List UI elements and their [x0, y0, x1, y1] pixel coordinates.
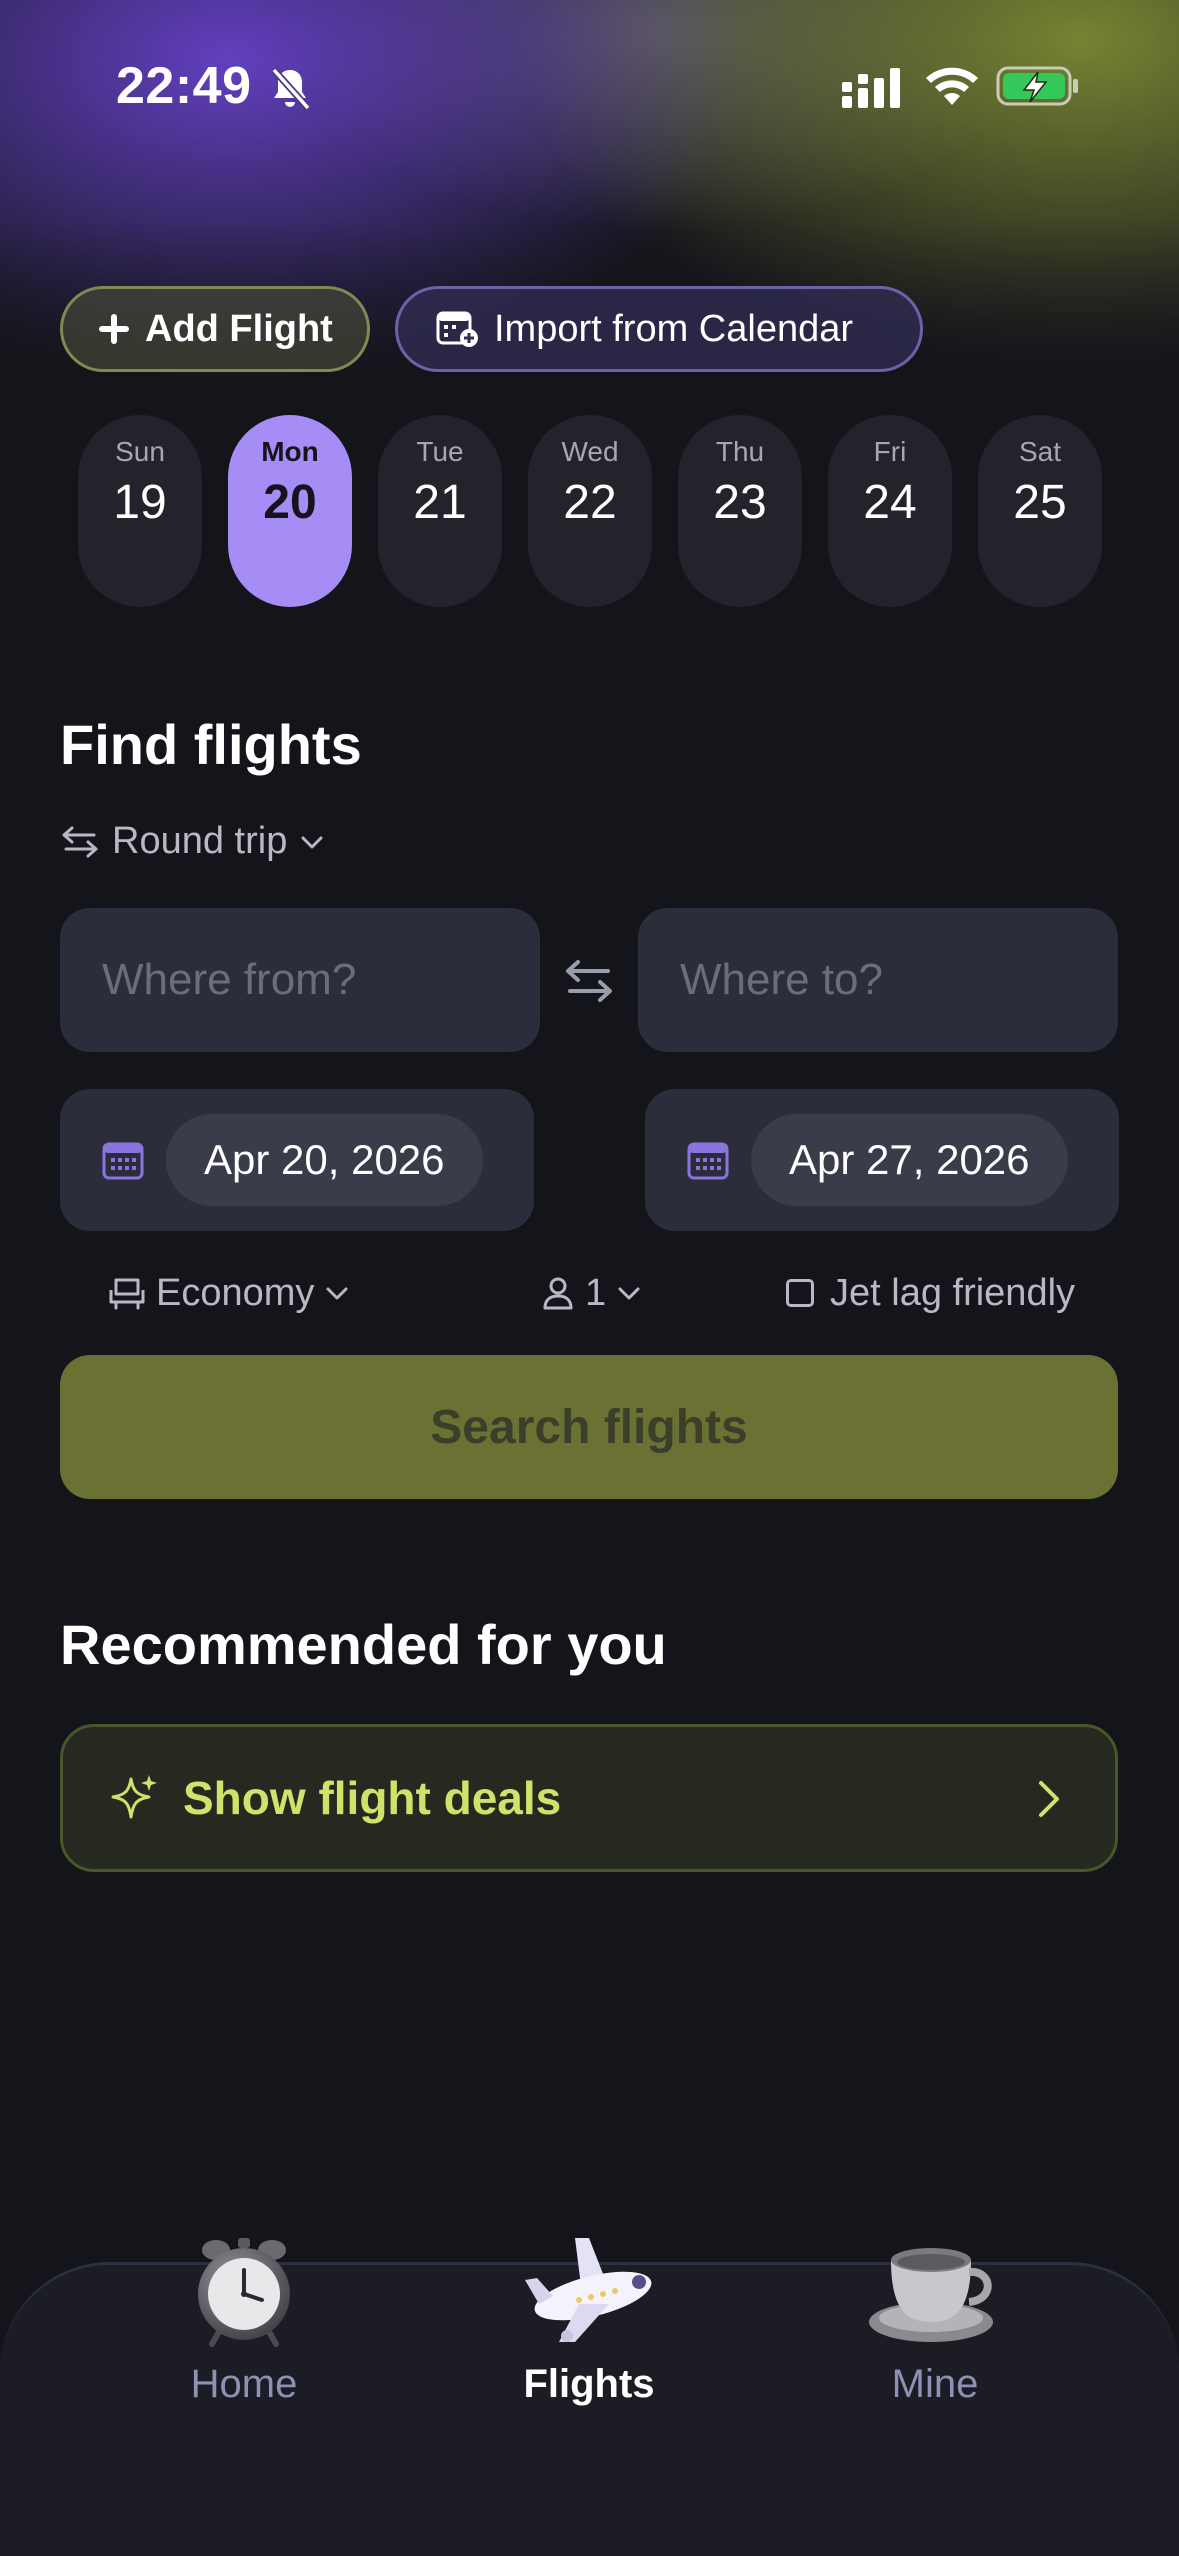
tab-mine[interactable]: Mine: [805, 2230, 1065, 2430]
tab-flights[interactable]: Flights: [459, 2230, 719, 2430]
status-time: 22:49: [116, 57, 252, 115]
day-mon-selected[interactable]: Mon 20: [228, 415, 352, 607]
day-number: 22: [563, 475, 617, 529]
find-flights-title: Find flights: [60, 713, 362, 776]
flight-deals-label: Show flight deals: [183, 1772, 562, 1824]
alarm-clock-icon: [198, 2238, 290, 2347]
day-name: Sun: [115, 436, 165, 467]
wifi-icon: [926, 67, 978, 105]
search-flights-button[interactable]: Search flights: [60, 1355, 1118, 1499]
trip-type-label: Round trip: [112, 820, 288, 862]
day-name: Wed: [561, 436, 619, 467]
bell-slash-icon: [271, 67, 311, 111]
show-flight-deals-button[interactable]: Show flight deals: [60, 1724, 1118, 1872]
day-name: Thu: [715, 436, 765, 467]
destination-placeholder: Where to?: [680, 955, 883, 1004]
chevron-down-icon: [301, 836, 323, 848]
trip-type-dropdown[interactable]: Round trip: [60, 820, 325, 863]
return-date-field[interactable]: Apr 27, 2026: [645, 1089, 1119, 1231]
day-number: 24: [863, 475, 917, 529]
destination-input[interactable]: Where to?: [638, 908, 1118, 1052]
day-number: 21: [413, 475, 467, 529]
swap-locations-icon[interactable]: [562, 954, 616, 1008]
depart-date-field[interactable]: Apr 20, 2026: [60, 1089, 534, 1231]
day-name: Mon: [261, 436, 319, 467]
day-fri[interactable]: Fri 24: [828, 415, 952, 607]
origin-input[interactable]: Where from?: [60, 908, 540, 1052]
airplane-icon: [525, 2238, 652, 2342]
passengers-dropdown[interactable]: 1: [541, 1268, 642, 1318]
flights-screen: 22:49 Add Flight Import from Calendar Su…: [0, 0, 1179, 2556]
battery-charging-icon: [996, 66, 1078, 106]
tab-flights-label: Flights: [523, 2362, 655, 2406]
chevron-down-icon: [326, 1287, 348, 1300]
cabin-class-dropdown[interactable]: Economy: [108, 1268, 350, 1318]
week-day-selector: Sun 19 Mon 20 Tue 21 Wed 22 Thu 23 Fri 2…: [78, 415, 1102, 607]
calendar-icon: [102, 1142, 144, 1180]
day-name: Tue: [416, 436, 464, 467]
chevron-right-icon: [1039, 1781, 1059, 1817]
day-tue[interactable]: Tue 21: [378, 415, 502, 607]
person-icon: [543, 1277, 573, 1310]
add-flight-button[interactable]: Add Flight: [60, 286, 370, 372]
day-name: Sat: [1018, 436, 1062, 467]
swap-arrows-icon: [62, 826, 98, 857]
day-name: Fri: [873, 436, 907, 467]
depart-date-value[interactable]: Apr 20, 2026: [166, 1114, 483, 1206]
jet-lag-friendly-checkbox[interactable]: Jet lag friendly: [786, 1268, 1085, 1318]
calendar-icon: [687, 1142, 729, 1180]
import-calendar-button[interactable]: Import from Calendar: [395, 286, 923, 372]
day-number: 25: [1013, 475, 1067, 529]
origin-placeholder: Where from?: [102, 955, 357, 1004]
return-date-value[interactable]: Apr 27, 2026: [751, 1114, 1068, 1206]
tab-mine-label: Mine: [891, 2362, 979, 2406]
plus-icon: [99, 314, 129, 344]
jet-lag-label: Jet lag friendly: [830, 1271, 1076, 1314]
import-calendar-label: Import from Calendar: [494, 307, 854, 350]
day-number: 20: [263, 475, 317, 529]
day-thu[interactable]: Thu 23: [678, 415, 802, 607]
sparkles-icon: [111, 1775, 157, 1819]
day-number: 23: [713, 475, 767, 529]
signal-icon: [842, 68, 900, 108]
day-wed[interactable]: Wed 22: [528, 415, 652, 607]
day-number: 19: [113, 475, 167, 529]
passengers-count: 1: [585, 1271, 607, 1314]
tab-home-label: Home: [190, 2362, 298, 2406]
add-flight-label: Add Flight: [145, 307, 333, 350]
checkbox-box[interactable]: [786, 1279, 814, 1307]
tab-home[interactable]: Home: [114, 2230, 374, 2430]
day-sun[interactable]: Sun 19: [78, 415, 202, 607]
recommended-title: Recommended for you: [60, 1613, 667, 1676]
day-sat[interactable]: Sat 25: [978, 415, 1102, 607]
cabin-class-label: Economy: [156, 1271, 315, 1314]
calendar-add-icon: [436, 311, 478, 347]
coffee-cup-icon: [869, 2248, 993, 2342]
seat-icon: [109, 1278, 145, 1310]
chevron-down-icon: [618, 1287, 640, 1300]
